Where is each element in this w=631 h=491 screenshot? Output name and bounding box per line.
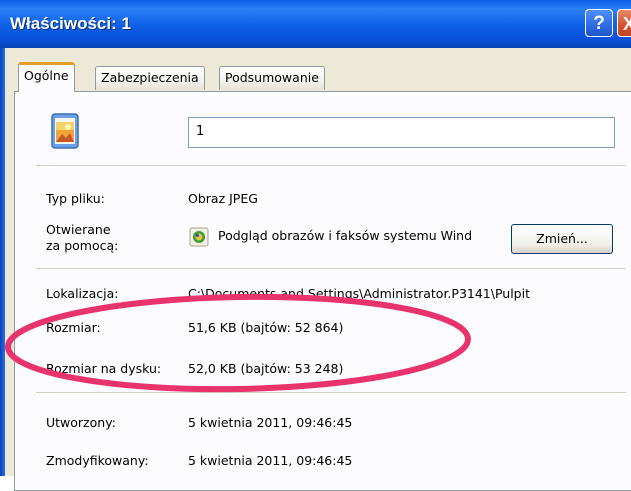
title-bar[interactable]: Właściwości: 1 ? X <box>0 0 631 48</box>
size-on-disk-label: Rozmiar na dysku: <box>46 361 162 376</box>
tab-security-label: Zabezpieczenia <box>101 70 199 85</box>
separator <box>36 392 626 394</box>
modified-label: Zmodyfikowany: <box>46 453 149 468</box>
size-value: 51,6 KB (bajtów: 52 864) <box>188 320 344 335</box>
created-label: Utworzony: <box>46 415 116 430</box>
tab-summary[interactable]: Podsumowanie <box>219 66 325 90</box>
tab-summary-label: Podsumowanie <box>225 70 319 85</box>
tab-general[interactable]: Ogólne <box>18 62 75 92</box>
image-viewer-app-icon <box>189 227 209 247</box>
properties-window: Właściwości: 1 ? X Ogólne Zabezpieczenia… <box>0 0 631 491</box>
location-value: C:\Documents and Settings\Administrator.… <box>188 286 530 301</box>
file-name-input[interactable]: 1 <box>188 117 615 148</box>
close-button[interactable]: X <box>617 9 631 37</box>
change-button[interactable]: Zmień... <box>511 224 613 254</box>
window-frame-left <box>0 48 5 476</box>
size-label: Rozmiar: <box>46 320 101 335</box>
modified-value: 5 kwietnia 2011, 09:46:45 <box>188 453 353 468</box>
file-type-label: Typ pliku: <box>46 191 105 206</box>
tab-security[interactable]: Zabezpieczenia <box>95 66 205 90</box>
opens-with-label-line2: za pomocą: <box>46 238 119 253</box>
created-value: 5 kwietnia 2011, 09:46:45 <box>188 415 353 430</box>
help-button[interactable]: ? <box>585 9 613 37</box>
separator <box>36 165 626 167</box>
size-on-disk-value: 52,0 KB (bajtów: 53 248) <box>188 361 344 376</box>
file-type-value: Obraz JPEG <box>188 191 258 206</box>
location-label: Lokalizacja: <box>46 286 119 301</box>
tab-general-label: Ogólne <box>24 68 69 83</box>
jpeg-image-file-icon <box>51 113 79 149</box>
separator <box>36 268 626 270</box>
opens-with-label-line1: Otwierane <box>46 222 111 237</box>
opens-with-value: Podgląd obrazów i faksów systemu Wind <box>218 228 473 243</box>
window-title: Właściwości: 1 <box>10 14 131 33</box>
change-button-label: Zmień... <box>536 231 588 246</box>
